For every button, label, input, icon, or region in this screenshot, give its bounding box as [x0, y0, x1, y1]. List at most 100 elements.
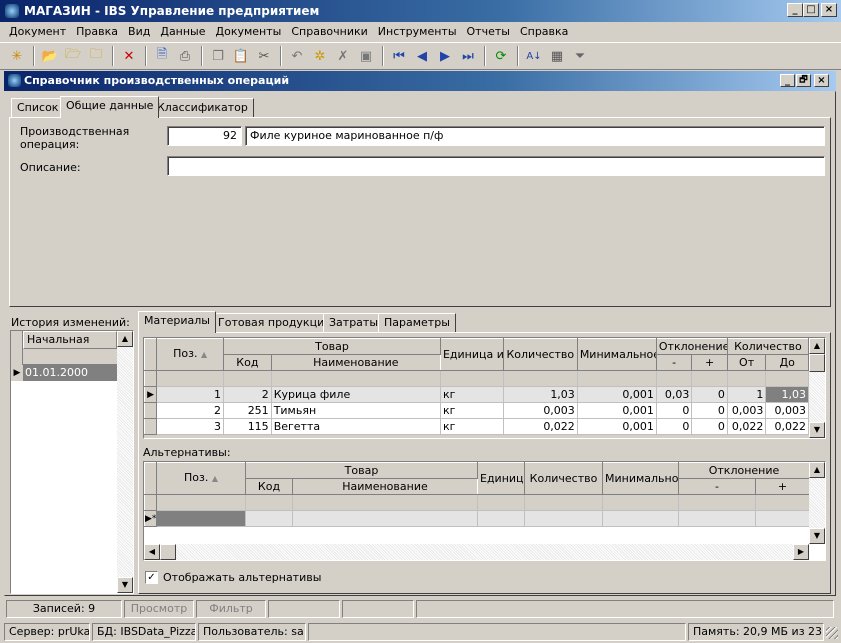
delete-icon[interactable]: ✕ — [118, 45, 140, 67]
menu-edit[interactable]: Правка — [71, 22, 123, 42]
cell-code[interactable]: 2 — [223, 386, 272, 403]
cell-dev-minus[interactable]: 0,03 — [655, 386, 693, 403]
menu-references[interactable]: Справочники — [286, 22, 372, 42]
tab-materials[interactable]: Материалы — [138, 311, 216, 333]
cancel-icon[interactable]: ✗ — [332, 45, 354, 67]
cell-unit[interactable]: кг — [439, 402, 504, 419]
history-row[interactable]: 01.01.2000 — [23, 365, 117, 381]
undo-icon[interactable]: ↶ — [286, 45, 308, 67]
filter-edit-icon[interactable]: ▦ — [546, 45, 568, 67]
scroll-down-icon[interactable]: ▼ — [117, 577, 133, 593]
cell-dev-minus[interactable]: 0 — [655, 402, 693, 419]
app-title-bar[interactable]: МАГАЗИН - IBS Управление предприятием _ … — [0, 0, 841, 22]
filter-icon[interactable]: ⏷ — [569, 45, 591, 67]
alt-column-code[interactable]: Код — [245, 478, 293, 495]
cell-name[interactable]: Тимьян — [270, 402, 441, 419]
column-pos[interactable]: Поз. ▲ — [156, 338, 225, 371]
scroll-down-icon[interactable]: ▼ — [809, 528, 825, 544]
menu-help[interactable]: Справка — [515, 22, 573, 42]
cell-min-qty[interactable]: 0,001 — [576, 402, 657, 419]
alt-filter-row[interactable] — [144, 494, 811, 511]
cell-min-qty[interactable]: 0,001 — [576, 386, 657, 403]
menu-view[interactable]: Вид — [123, 22, 155, 42]
cell-to[interactable]: 0,022 — [765, 418, 809, 435]
insert-icon[interactable]: ✲ — [309, 45, 331, 67]
column-dev-plus[interactable]: + — [691, 354, 728, 371]
history-header[interactable]: Начальная дата — [23, 331, 117, 362]
menu-data[interactable]: Данные — [155, 22, 210, 42]
tab-list[interactable]: Список — [11, 98, 65, 118]
operation-name-field[interactable]: Филе куриное маринованное п/ф — [245, 126, 825, 146]
cell-to[interactable]: 0,003 — [765, 402, 809, 419]
alt-column-pos[interactable]: Поз. ▲ — [156, 462, 246, 495]
tab-general[interactable]: Общие данные — [60, 96, 160, 118]
cell-from[interactable]: 0,003 — [726, 402, 767, 419]
child-minimize-button[interactable]: _ — [780, 74, 795, 87]
first-icon[interactable]: ⏮ — [388, 45, 410, 67]
child-close-button[interactable]: × — [814, 74, 829, 87]
cell-from[interactable]: 1 — [726, 386, 767, 403]
child-restore-button[interactable]: 🗗 — [796, 74, 811, 87]
operation-code-field[interactable]: 92 — [167, 126, 242, 146]
maximize-button[interactable]: □ — [803, 3, 819, 17]
child-window-title-bar[interactable]: Справочник производственных операций _ 🗗… — [4, 71, 836, 91]
column-code[interactable]: Код — [223, 354, 272, 371]
scroll-left-icon[interactable]: ◀ — [144, 544, 160, 560]
history-scrollbar[interactable]: ▲ ▼ — [117, 331, 133, 593]
open-folder-icon[interactable]: 🗁 — [62, 45, 84, 67]
alt-scrollbar-h[interactable]: ◀ ▶ — [144, 544, 809, 560]
sort-icon[interactable]: A↓ — [523, 45, 545, 67]
next-icon[interactable]: ▶ — [434, 45, 456, 67]
alt-new-row[interactable]: ▶* — [144, 510, 811, 527]
scroll-up-icon[interactable]: ▲ — [117, 331, 133, 347]
table-row[interactable]: 2 251 Тимьян кг 0,003 0,001 0 0 0,003 0,… — [144, 402, 809, 419]
open-icon[interactable]: 📂 — [39, 45, 61, 67]
column-qty[interactable]: Количество — [502, 338, 578, 371]
column-to[interactable]: До — [765, 354, 809, 371]
close-button[interactable]: × — [821, 3, 837, 17]
show-alternatives-checkbox[interactable]: ✓ — [145, 571, 158, 584]
cell-name[interactable]: Курица филе — [270, 386, 441, 403]
history-filter-row[interactable] — [23, 349, 117, 365]
cell-min-qty[interactable]: 0,001 — [576, 418, 657, 435]
description-field[interactable] — [167, 156, 825, 176]
cell-qty[interactable]: 0,022 — [502, 418, 578, 435]
menu-document[interactable]: Документ — [4, 22, 71, 42]
cell-qty[interactable]: 1,03 — [502, 386, 578, 403]
menu-reports[interactable]: Отчеты — [462, 22, 515, 42]
column-name[interactable]: Наименование — [270, 354, 441, 371]
cell-name[interactable]: Вегетта — [270, 418, 441, 435]
cell-from[interactable]: 0,022 — [726, 418, 767, 435]
cell-qty[interactable]: 0,003 — [502, 402, 578, 419]
preview-icon[interactable]: 🗎 — [151, 45, 173, 67]
cell-dev-plus[interactable]: 0 — [691, 418, 728, 435]
cell-code[interactable]: 251 — [223, 402, 272, 419]
cell-code[interactable]: 115 — [223, 418, 272, 435]
refresh-icon[interactable]: ⟳ — [490, 45, 512, 67]
cell-unit[interactable]: кг — [439, 418, 504, 435]
copy-icon[interactable]: ❐ — [207, 45, 229, 67]
cell-pos[interactable]: 1 — [156, 386, 225, 403]
tab-costs[interactable]: Затраты — [323, 313, 385, 333]
scroll-thumb[interactable] — [160, 544, 176, 560]
column-min-qty[interactable]: Минимальное количество — [576, 338, 657, 371]
cut-icon[interactable]: ✂ — [253, 45, 275, 67]
paste-icon[interactable]: 📋 — [230, 45, 252, 67]
menu-tools[interactable]: Инструменты — [373, 22, 462, 42]
menu-documents[interactable]: Документы — [211, 22, 287, 42]
materials-scrollbar[interactable]: ▲ ▼ — [809, 338, 825, 438]
column-from[interactable]: От — [726, 354, 767, 371]
resize-grip-icon[interactable] — [826, 627, 838, 639]
scroll-up-icon[interactable]: ▲ — [809, 338, 825, 354]
tab-finished-products[interactable]: Готовая продукция — [212, 313, 337, 333]
alt-column-name[interactable]: Наименование — [292, 478, 478, 495]
post-icon[interactable]: ▣ — [355, 45, 377, 67]
prev-icon[interactable]: ◀ — [411, 45, 433, 67]
scroll-up-icon[interactable]: ▲ — [809, 462, 825, 478]
alt-column-min-qty[interactable]: Минимальное количество — [602, 462, 679, 495]
alt-column-dev-plus[interactable]: + — [754, 478, 811, 495]
cell-dev-minus[interactable]: 0 — [655, 418, 693, 435]
cell-dev-plus[interactable]: 0 — [691, 386, 728, 403]
table-row[interactable]: 3 115 Вегетта кг 0,022 0,001 0 0 0,022 0… — [144, 418, 809, 435]
column-dev-minus[interactable]: - — [655, 354, 693, 371]
